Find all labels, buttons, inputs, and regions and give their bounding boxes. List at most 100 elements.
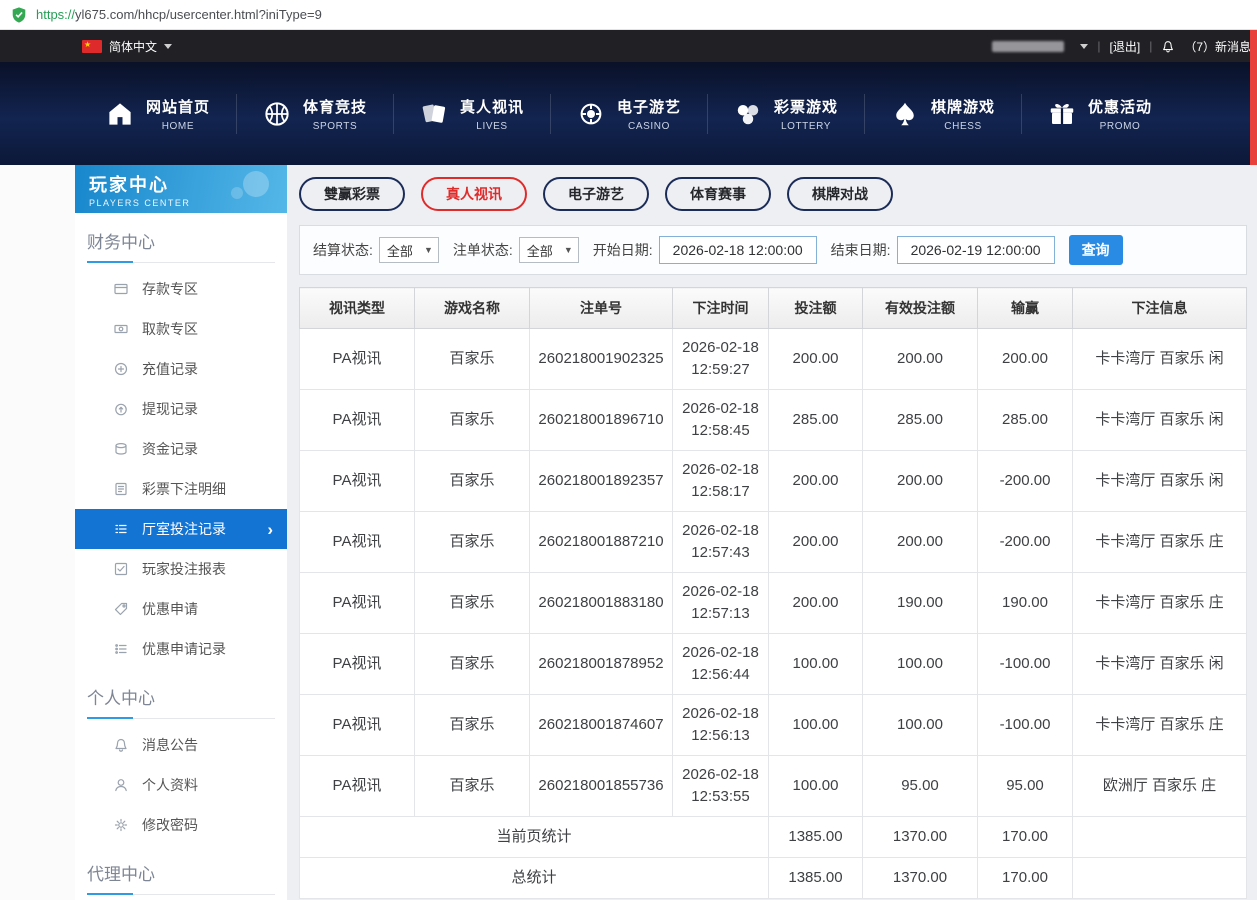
sidebar-item-label: 资金记录 — [142, 439, 198, 459]
nav-item-lives[interactable]: 真人视讯 LIVES — [393, 96, 550, 132]
search-button[interactable]: 查询 — [1069, 235, 1123, 265]
summary-win-loss: 170.00 — [978, 817, 1073, 858]
tab-chess-battle[interactable]: 棋牌对战 — [787, 177, 893, 211]
right-edge-red-strip — [1250, 30, 1257, 165]
cell-bet-amount: 100.00 — [769, 634, 863, 695]
language-selector[interactable]: 简体中文 — [109, 38, 157, 55]
tab-electronic-games[interactable]: 电子游艺 — [543, 177, 649, 211]
section-title-personal: 个人中心 — [87, 684, 275, 719]
cell-bet-number: 260218001855736 — [530, 756, 673, 817]
table-row: PA视讯百家乐2602180018557362026-02-1812:53:55… — [300, 756, 1247, 817]
sidebar-item-lottery-bet-details[interactable]: 彩票下注明细 — [75, 469, 287, 509]
tab-live-video[interactable]: 真人视讯 — [421, 177, 527, 211]
sidebar-item-player-bet-report[interactable]: 玩家投注报表 — [75, 549, 287, 589]
table-footer: 当前页统计 1385.00 1370.00 170.00 总统计 1385.00… — [300, 817, 1247, 899]
sidebar-item-label: 优惠申请记录 — [142, 639, 226, 659]
summary-win-loss: 170.00 — [978, 858, 1073, 899]
nav-item-casino[interactable]: 电子游艺 CASINO — [550, 96, 707, 132]
language-caret-icon[interactable] — [164, 44, 172, 49]
summary-valid-amount: 1370.00 — [863, 817, 978, 858]
cell-win-loss: -200.00 — [978, 512, 1073, 573]
section-title-finance: 财务中心 — [87, 228, 275, 263]
sidebar-item-withdraw-zone[interactable]: 取款专区 — [75, 309, 287, 349]
header-bet-info: 下注信息 — [1073, 288, 1247, 329]
logout-button[interactable]: [退出] — [1110, 38, 1141, 55]
sidebar-item-withdrawal-records[interactable]: 提现记录 — [75, 389, 287, 429]
user-menu-caret-icon[interactable] — [1080, 44, 1088, 49]
sidebar-item-label: 优惠申请 — [142, 599, 198, 619]
sidebar-section-agent: 代理中心 代理规则说明 — [75, 845, 287, 900]
cell-bet-info: 卡卡湾厅 百家乐 庄 — [1073, 695, 1247, 756]
nav-item-chess[interactable]: 棋牌游戏 CHESS — [864, 96, 1021, 132]
cell-bet-time: 2026-02-1812:53:55 — [673, 756, 769, 817]
username-blurred[interactable] — [992, 41, 1064, 52]
sidebar-item-promo-apply[interactable]: 优惠申请 — [75, 589, 287, 629]
tab-lottery[interactable]: 雙赢彩票 — [299, 177, 405, 211]
new-messages-link[interactable]: （7）新消息 — [1184, 38, 1251, 55]
header-valid-bet-amount: 有效投注额 — [863, 288, 978, 329]
lottery-balls-icon — [733, 99, 763, 129]
browser-url-bar[interactable]: https://yl675.com/hhcp/usercenter.html?i… — [0, 0, 1257, 30]
cell-bet-number: 260218001896710 — [530, 390, 673, 451]
sidebar-item-announcements[interactable]: 消息公告 — [75, 725, 287, 765]
cell-bet-number: 260218001874607 — [530, 695, 673, 756]
nav-title: 网站首页 — [146, 96, 210, 117]
order-status-value: 全部 — [527, 241, 553, 260]
nav-item-promo[interactable]: 优惠活动 PROMO — [1021, 96, 1178, 132]
spade-icon — [890, 99, 920, 129]
sidebar-item-fund-records[interactable]: 资金记录 — [75, 429, 287, 469]
sidebar-item-promo-apply-records[interactable]: 优惠申请记录 — [75, 629, 287, 669]
settle-status-value: 全部 — [387, 241, 413, 260]
cell-valid-bet-amount: 200.00 — [863, 512, 978, 573]
site-topbar: ★ 简体中文 | [退出] | （7）新消息 — [0, 30, 1257, 62]
gear-icon — [113, 817, 129, 833]
sidebar-item-room-bet-records[interactable]: 厅室投注记录 › — [75, 509, 287, 549]
summary-label: 总统计 — [300, 858, 769, 899]
nav-item-home[interactable]: 网站首页 HOME — [79, 96, 236, 132]
sidebar-item-label: 充值记录 — [142, 359, 198, 379]
bell-icon[interactable] — [1161, 39, 1175, 54]
cell-bet-time: 2026-02-1812:56:44 — [673, 634, 769, 695]
summary-row-total: 总统计 1385.00 1370.00 170.00 — [300, 858, 1247, 899]
start-date-input[interactable]: 2026-02-18 12:00:00 — [659, 236, 817, 264]
sidebar-item-recharge-records[interactable]: 充值记录 — [75, 349, 287, 389]
cell-bet-amount: 200.00 — [769, 512, 863, 573]
nav-text: 网站首页 HOME — [146, 96, 210, 132]
filter-bar: 结算状态: 全部 ▼ 注单状态: 全部 ▼ 开始日期: 2026-02-18 1… — [299, 225, 1247, 275]
cell-win-loss: -200.00 — [978, 451, 1073, 512]
start-date-label: 开始日期: — [593, 240, 653, 260]
cell-bet-info: 卡卡湾厅 百家乐 庄 — [1073, 512, 1247, 573]
sidebar-item-label: 厅室投注记录 — [142, 519, 226, 539]
casino-chip-icon — [576, 99, 606, 129]
cell-bet-info: 卡卡湾厅 百家乐 闲 — [1073, 634, 1247, 695]
cell-bet-amount: 100.00 — [769, 695, 863, 756]
cell-bet-time: 2026-02-1812:59:27 — [673, 329, 769, 390]
cell-bet-amount: 200.00 — [769, 451, 863, 512]
nav-subtitle: LIVES — [460, 121, 524, 132]
sidebar-item-profile[interactable]: 个人资料 — [75, 765, 287, 805]
sidebar-item-label: 取款专区 — [142, 319, 198, 339]
end-date-input[interactable]: 2026-02-19 12:00:00 — [897, 236, 1055, 264]
header-bet-amount: 投注额 — [769, 288, 863, 329]
cell-game-name: 百家乐 — [415, 329, 530, 390]
sidebar: 玩家中心 PLAYERS CENTER 财务中心 存款专区 取款专区 充值记录 — [75, 165, 287, 900]
cell-video-type: PA视讯 — [300, 756, 415, 817]
sidebar-section-finance: 财务中心 存款专区 取款专区 充值记录 提现记录 — [75, 213, 287, 669]
main-content: 雙赢彩票 真人视讯 电子游艺 体育赛事 棋牌对战 结算状态: 全部 ▼ 注单状态… — [287, 165, 1257, 900]
summary-bet-amount: 1385.00 — [769, 817, 863, 858]
sidebar-item-change-password[interactable]: 修改密码 — [75, 805, 287, 845]
settle-status-select[interactable]: 全部 ▼ — [379, 237, 439, 263]
nav-subtitle: SPORTS — [303, 121, 367, 132]
nav-title: 彩票游戏 — [774, 96, 838, 117]
tab-sports-events[interactable]: 体育赛事 — [665, 177, 771, 211]
cell-valid-bet-amount: 285.00 — [863, 390, 978, 451]
url-text[interactable]: https://yl675.com/hhcp/usercenter.html?i… — [36, 7, 322, 22]
nav-subtitle: HOME — [146, 121, 210, 132]
coin-arrow-icon — [113, 401, 129, 417]
sidebar-item-deposit-zone[interactable]: 存款专区 — [75, 269, 287, 309]
table-row: PA视讯百家乐2602180018923572026-02-1812:58:17… — [300, 451, 1247, 512]
nav-item-lottery[interactable]: 彩票游戏 LOTTERY — [707, 96, 864, 132]
nav-item-sports[interactable]: 体育竞技 SPORTS — [236, 96, 393, 132]
sidebar-section-personal: 个人中心 消息公告 个人资料 修改密码 — [75, 669, 287, 845]
order-status-select[interactable]: 全部 ▼ — [519, 237, 579, 263]
